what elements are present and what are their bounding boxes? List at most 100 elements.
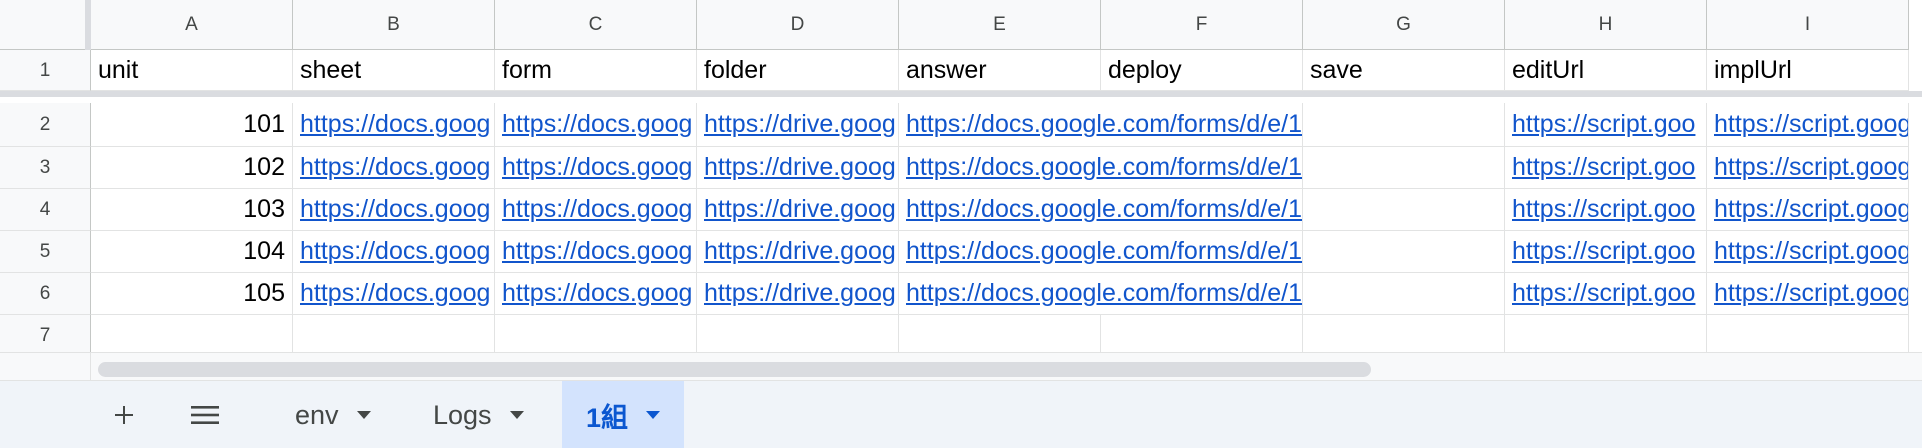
url-link[interactable]: https://script.goo [1512, 155, 1695, 180]
cell-save[interactable] [1303, 147, 1505, 189]
url-link[interactable]: https://docs.goog [502, 112, 692, 137]
cell-form[interactable]: https://docs.goog [495, 231, 697, 273]
cell-folder[interactable]: https://drive.goog [697, 189, 899, 231]
row-header[interactable]: 4 [0, 189, 91, 231]
cell-editurl[interactable]: https://script.goo [1505, 273, 1707, 315]
cell-folder[interactable]: https://drive.goog [697, 103, 899, 147]
cell-folder[interactable]: https://drive.goog [697, 147, 899, 189]
empty-cell[interactable] [1505, 315, 1707, 352]
sheet-tab-logs[interactable]: Logs [409, 381, 548, 448]
cell-unit[interactable]: 104 [91, 231, 293, 273]
frozen-column-divider[interactable] [85, 0, 91, 50]
empty-cell[interactable] [495, 315, 697, 352]
header-cell-folder[interactable]: folder [697, 50, 899, 91]
select-all-corner[interactable] [0, 0, 91, 50]
cell-save[interactable] [1303, 273, 1505, 315]
empty-cell[interactable] [899, 315, 1101, 352]
url-link[interactable]: https://docs.google.com/forms/d/e/1FAIpQ… [906, 155, 1302, 180]
cell-answer[interactable]: https://docs.google.com/forms/d/e/1FAIpQ… [899, 103, 1303, 147]
url-link[interactable]: https://docs.goog [502, 239, 692, 264]
header-cell-answer[interactable]: answer [899, 50, 1101, 91]
cell-implurl[interactable]: https://script.goog [1707, 103, 1909, 147]
url-link[interactable]: https://script.goog [1714, 239, 1908, 264]
cell-implurl[interactable]: https://script.goog [1707, 273, 1909, 315]
cell-unit[interactable]: 102 [91, 147, 293, 189]
header-cell-unit[interactable]: unit [91, 50, 293, 91]
url-link[interactable]: https://docs.google.com/forms/d/e/1FAIpQ… [906, 239, 1302, 264]
url-link[interactable]: https://drive.goog [704, 155, 896, 180]
header-cell-implurl[interactable]: implUrl [1707, 50, 1909, 91]
url-link[interactable]: https://drive.goog [704, 281, 896, 306]
url-link[interactable]: https://script.goo [1512, 197, 1695, 222]
cell-unit[interactable]: 101 [91, 103, 293, 147]
cell-form[interactable]: https://docs.goog [495, 147, 697, 189]
row-header[interactable]: 7 [0, 315, 91, 352]
row-header[interactable]: 3 [0, 147, 91, 189]
cell-answer[interactable]: https://docs.google.com/forms/d/e/1FAIpQ… [899, 231, 1303, 273]
cell-editurl[interactable]: https://script.goo [1505, 147, 1707, 189]
cell-sheet[interactable]: https://docs.goog [293, 103, 495, 147]
sheet-tab-env[interactable]: env [271, 381, 395, 448]
url-link[interactable]: https://docs.goog [502, 155, 692, 180]
column-header-i[interactable]: I [1707, 0, 1909, 50]
cell-folder[interactable]: https://drive.goog [697, 273, 899, 315]
url-link[interactable]: https://docs.google.com/forms/d/e/1FAIpQ… [906, 281, 1302, 306]
cell-answer[interactable]: https://docs.google.com/forms/d/e/1FAIpQ… [899, 147, 1303, 189]
cell-editurl[interactable]: https://script.goo [1505, 189, 1707, 231]
url-link[interactable]: https://docs.goog [300, 281, 490, 306]
url-link[interactable]: https://script.goog [1714, 281, 1908, 306]
caret-down-icon[interactable] [356, 411, 371, 419]
url-link[interactable]: https://script.goo [1512, 281, 1695, 306]
url-link[interactable]: https://script.goog [1714, 112, 1908, 137]
cell-editurl[interactable]: https://script.goo [1505, 231, 1707, 273]
url-link[interactable]: https://docs.goog [502, 197, 692, 222]
column-header-d[interactable]: D [697, 0, 899, 50]
header-cell-editurl[interactable]: editUrl [1505, 50, 1707, 91]
column-header-f[interactable]: F [1101, 0, 1303, 50]
empty-cell[interactable] [1303, 315, 1505, 352]
cell-sheet[interactable]: https://docs.goog [293, 231, 495, 273]
url-link[interactable]: https://drive.goog [704, 239, 896, 264]
column-header-a[interactable]: A [91, 0, 293, 50]
empty-cell[interactable] [293, 315, 495, 352]
header-cell-form[interactable]: form [495, 50, 697, 91]
cell-sheet[interactable]: https://docs.goog [293, 189, 495, 231]
sheet-tab-1kumi[interactable]: 1組 [562, 381, 685, 448]
header-cell-sheet[interactable]: sheet [293, 50, 495, 91]
cell-sheet[interactable]: https://docs.goog [293, 273, 495, 315]
column-header-g[interactable]: G [1303, 0, 1505, 50]
url-link[interactable]: https://docs.goog [300, 112, 490, 137]
url-link[interactable]: https://script.goo [1512, 239, 1695, 264]
url-link[interactable]: https://docs.goog [300, 239, 490, 264]
cell-unit[interactable]: 105 [91, 273, 293, 315]
column-header-b[interactable]: B [293, 0, 495, 50]
cell-form[interactable]: https://docs.goog [495, 273, 697, 315]
url-link[interactable]: https://docs.google.com/forms/d/e/1FAIpQ… [906, 197, 1302, 222]
empty-cell[interactable] [91, 315, 293, 352]
frozen-row-divider[interactable] [0, 91, 1922, 97]
caret-down-icon[interactable] [646, 411, 661, 419]
horizontal-scrollbar[interactable] [91, 352, 1922, 380]
cell-save[interactable] [1303, 189, 1505, 231]
add-sheet-button[interactable] [92, 381, 156, 448]
column-header-e[interactable]: E [899, 0, 1101, 50]
url-link[interactable]: https://docs.goog [502, 281, 692, 306]
cell-form[interactable]: https://docs.goog [495, 103, 697, 147]
all-sheets-button[interactable] [173, 381, 237, 448]
row-header[interactable]: 6 [0, 273, 91, 315]
row-header[interactable]: 5 [0, 231, 91, 273]
cell-unit[interactable]: 103 [91, 189, 293, 231]
row-header[interactable]: 2 [0, 103, 91, 147]
horizontal-scrollbar-thumb[interactable] [98, 362, 1371, 377]
cell-implurl[interactable]: https://script.goog [1707, 231, 1909, 273]
cell-sheet[interactable]: https://docs.goog [293, 147, 495, 189]
header-cell-save[interactable]: save [1303, 50, 1505, 91]
cell-implurl[interactable]: https://script.goog [1707, 189, 1909, 231]
column-header-c[interactable]: C [495, 0, 697, 50]
cell-implurl[interactable]: https://script.goog [1707, 147, 1909, 189]
row-header[interactable]: 1 [0, 50, 91, 91]
column-header-h[interactable]: H [1505, 0, 1707, 50]
cell-save[interactable] [1303, 103, 1505, 147]
header-cell-deploy[interactable]: deploy [1101, 50, 1303, 91]
cell-save[interactable] [1303, 231, 1505, 273]
